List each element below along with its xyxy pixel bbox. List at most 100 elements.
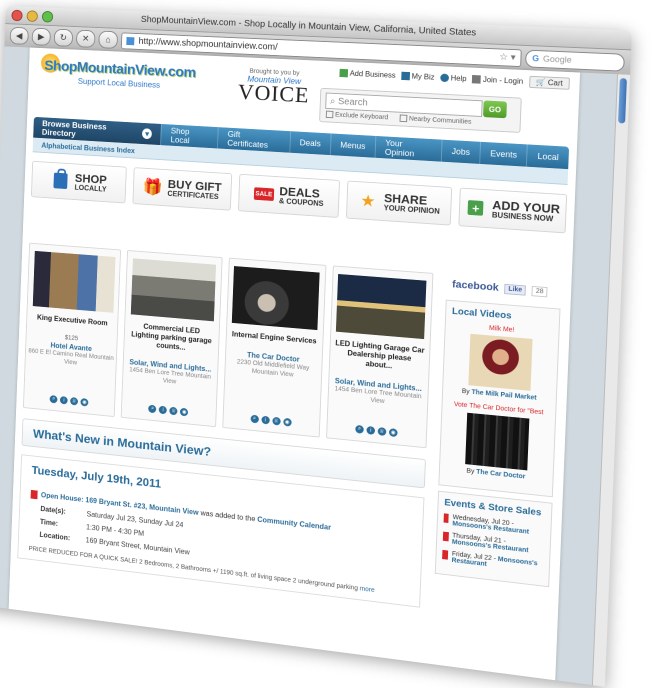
video-author-link[interactable]: The Milk Pail Market xyxy=(471,389,536,401)
help-link[interactable]: Help xyxy=(440,73,467,83)
magnifier-icon[interactable]: ⌕ xyxy=(148,404,157,414)
nav-menus[interactable]: Menus xyxy=(329,133,376,158)
star-icon: ★ xyxy=(360,190,376,211)
trophy-icon[interactable]: ♕ xyxy=(377,427,387,437)
add-business-link[interactable]: Add Business xyxy=(339,69,396,80)
forward-button[interactable]: ▶ xyxy=(31,27,51,46)
product-photo[interactable] xyxy=(231,266,320,331)
url-text: http://www.shopmountainview.com/ xyxy=(138,36,278,53)
nav-events[interactable]: Events xyxy=(479,141,528,167)
buy-gift-certificates-button[interactable]: 🎁 BUY GIFT CERTIFICATES xyxy=(132,167,233,211)
byline-prefix: By xyxy=(466,467,475,476)
site-search-placeholder: Search xyxy=(337,96,368,108)
cart-button[interactable]: 🛒 Cart xyxy=(528,75,570,90)
card-actions: ⌕ i ♕ ◉ xyxy=(223,412,319,429)
voice-title: VOICE xyxy=(237,81,310,108)
video-author-link[interactable]: The Car Doctor xyxy=(476,469,525,480)
help-label: Help xyxy=(450,73,467,83)
product-title[interactable]: LED Lighting Garage Car Dealership pleas… xyxy=(333,339,425,374)
video-byline: By The Milk Pail Market xyxy=(449,387,550,403)
user-icon xyxy=(472,75,482,84)
product-card[interactable]: Commercial LED Lighting parking garage c… xyxy=(120,250,223,428)
product-card[interactable]: Internal Engine Services The Car Doctor … xyxy=(221,257,327,438)
product-card[interactable]: LED Lighting Garage Car Dealership pleas… xyxy=(325,265,434,449)
product-card[interactable]: King Executive Room $125 Hotel Avante 86… xyxy=(22,242,122,418)
stop-button[interactable]: ✕ xyxy=(75,29,96,48)
product-photo[interactable] xyxy=(336,274,427,340)
deals-coupons-button[interactable]: SALE DEALS & COUPONS xyxy=(237,173,341,218)
reload-button[interactable]: ↻ xyxy=(53,28,74,47)
help-icon xyxy=(440,73,449,83)
magnifier-icon[interactable]: ⌕ xyxy=(49,394,58,404)
add-business-label: Add Business xyxy=(349,69,396,80)
shop-locally-button[interactable]: SHOP LOCALLY xyxy=(30,160,128,204)
voice-logo[interactable]: Brought to you by Mountain View VOICE xyxy=(237,68,311,108)
magnifier-icon[interactable]: ⌕ xyxy=(355,424,364,434)
bookmark-star-icon[interactable]: ☆ ▾ xyxy=(499,52,516,63)
join-login-link[interactable]: Join - Login xyxy=(472,75,523,86)
community-calendar-link[interactable]: Community Calendar xyxy=(257,515,331,531)
nav-your-opinion[interactable]: Your Opinion xyxy=(374,135,442,162)
trophy-icon[interactable]: ♕ xyxy=(271,416,281,426)
site-logo[interactable]: ShopMountainView.com Support Local Busin… xyxy=(40,53,196,92)
chevron-down-icon: ▼ xyxy=(141,128,153,140)
share-opinion-button[interactable]: ★ SHARE YOUR OPINION xyxy=(346,180,452,226)
info-icon[interactable]: i xyxy=(59,395,68,405)
nearby-communities-checkbox[interactable]: Nearby Communities xyxy=(399,114,472,126)
calendar-icon xyxy=(30,489,38,500)
video-thumbnail[interactable] xyxy=(465,412,530,471)
product-photo[interactable] xyxy=(32,250,116,313)
globe-icon[interactable]: ◉ xyxy=(388,428,398,438)
globe-icon[interactable]: ◉ xyxy=(180,407,189,417)
home-button[interactable]: ⌂ xyxy=(98,30,119,49)
card-actions: ⌕ i ♕ ◉ xyxy=(24,393,114,410)
info-icon[interactable]: i xyxy=(158,405,168,415)
sale-text: Friday, Jul 22 - Monsoons's Restaurant xyxy=(451,551,543,574)
calendar-icon xyxy=(442,549,449,560)
main-content: King Executive Room $125 Hotel Avante 86… xyxy=(17,242,434,608)
browser-search-field[interactable]: G Google xyxy=(525,49,625,72)
facebook-like-button[interactable]: Like xyxy=(504,283,527,296)
add-business-button[interactable]: + ADD YOUR BUSINESS NOW xyxy=(457,187,568,234)
trophy-icon[interactable]: ♕ xyxy=(70,397,79,406)
time-label: Time: xyxy=(39,517,59,528)
globe-icon[interactable]: ◉ xyxy=(282,417,292,427)
magnifier-icon: ⌕ xyxy=(329,95,336,107)
dates-label: Date(s): xyxy=(40,504,66,516)
browser-stage: ShopMountainView.com - Shop Locally in M… xyxy=(0,6,642,688)
nav-gift-certificates[interactable]: Gift Certificates xyxy=(217,127,290,153)
nav-jobs[interactable]: Jobs xyxy=(440,139,481,164)
video-item: Milk Me! By The Milk Pail Market xyxy=(449,322,553,403)
more-link[interactable]: more xyxy=(360,586,375,594)
nav-shop-local[interactable]: Shop Local xyxy=(160,123,219,149)
video-caption[interactable]: Milk Me! xyxy=(451,322,552,337)
cta-shop-line2: LOCALLY xyxy=(74,183,107,193)
product-title[interactable]: Commercial LED Lighting parking garage c… xyxy=(128,321,215,355)
site-search: ⌕ Search GO Exclude Keyboard Nearby Comm… xyxy=(319,87,522,133)
sidebar: facebook Like 28 Local Videos Milk Me! B… xyxy=(434,274,562,588)
search-engine-icon: G xyxy=(532,53,540,64)
globe-icon[interactable]: ◉ xyxy=(80,398,89,407)
search-go-button[interactable]: GO xyxy=(483,100,507,119)
product-title[interactable]: Internal Engine Services xyxy=(230,330,319,347)
my-biz-link[interactable]: My Biz xyxy=(401,71,435,82)
trophy-icon[interactable]: ♕ xyxy=(169,406,178,416)
video-thumbnail[interactable] xyxy=(468,333,533,391)
back-button[interactable]: ◀ xyxy=(9,26,29,45)
magnifier-icon[interactable]: ⌕ xyxy=(250,414,259,424)
product-photo[interactable] xyxy=(130,258,216,322)
local-videos-box: Local Videos Milk Me! By The Milk Pail M… xyxy=(438,299,561,498)
video-caption[interactable]: Vote The Car Doctor for "Best xyxy=(448,401,549,417)
info-icon[interactable]: i xyxy=(261,415,270,425)
facebook-widget: facebook Like 28 xyxy=(446,274,562,303)
product-title[interactable]: King Executive Room xyxy=(30,313,114,329)
info-icon[interactable]: i xyxy=(366,425,376,435)
featured-cards: King Executive Room $125 Hotel Avante 86… xyxy=(22,242,434,449)
nav-local[interactable]: Local xyxy=(526,144,570,170)
scrollbar-thumb[interactable] xyxy=(618,78,627,124)
plus-icon: + xyxy=(465,196,487,219)
cart-label: Cart xyxy=(547,78,563,88)
calendar-icon xyxy=(443,513,449,524)
exclude-keyboard-checkbox[interactable]: Exclude Keyboard xyxy=(326,111,389,122)
nav-deals[interactable]: Deals xyxy=(289,131,331,156)
